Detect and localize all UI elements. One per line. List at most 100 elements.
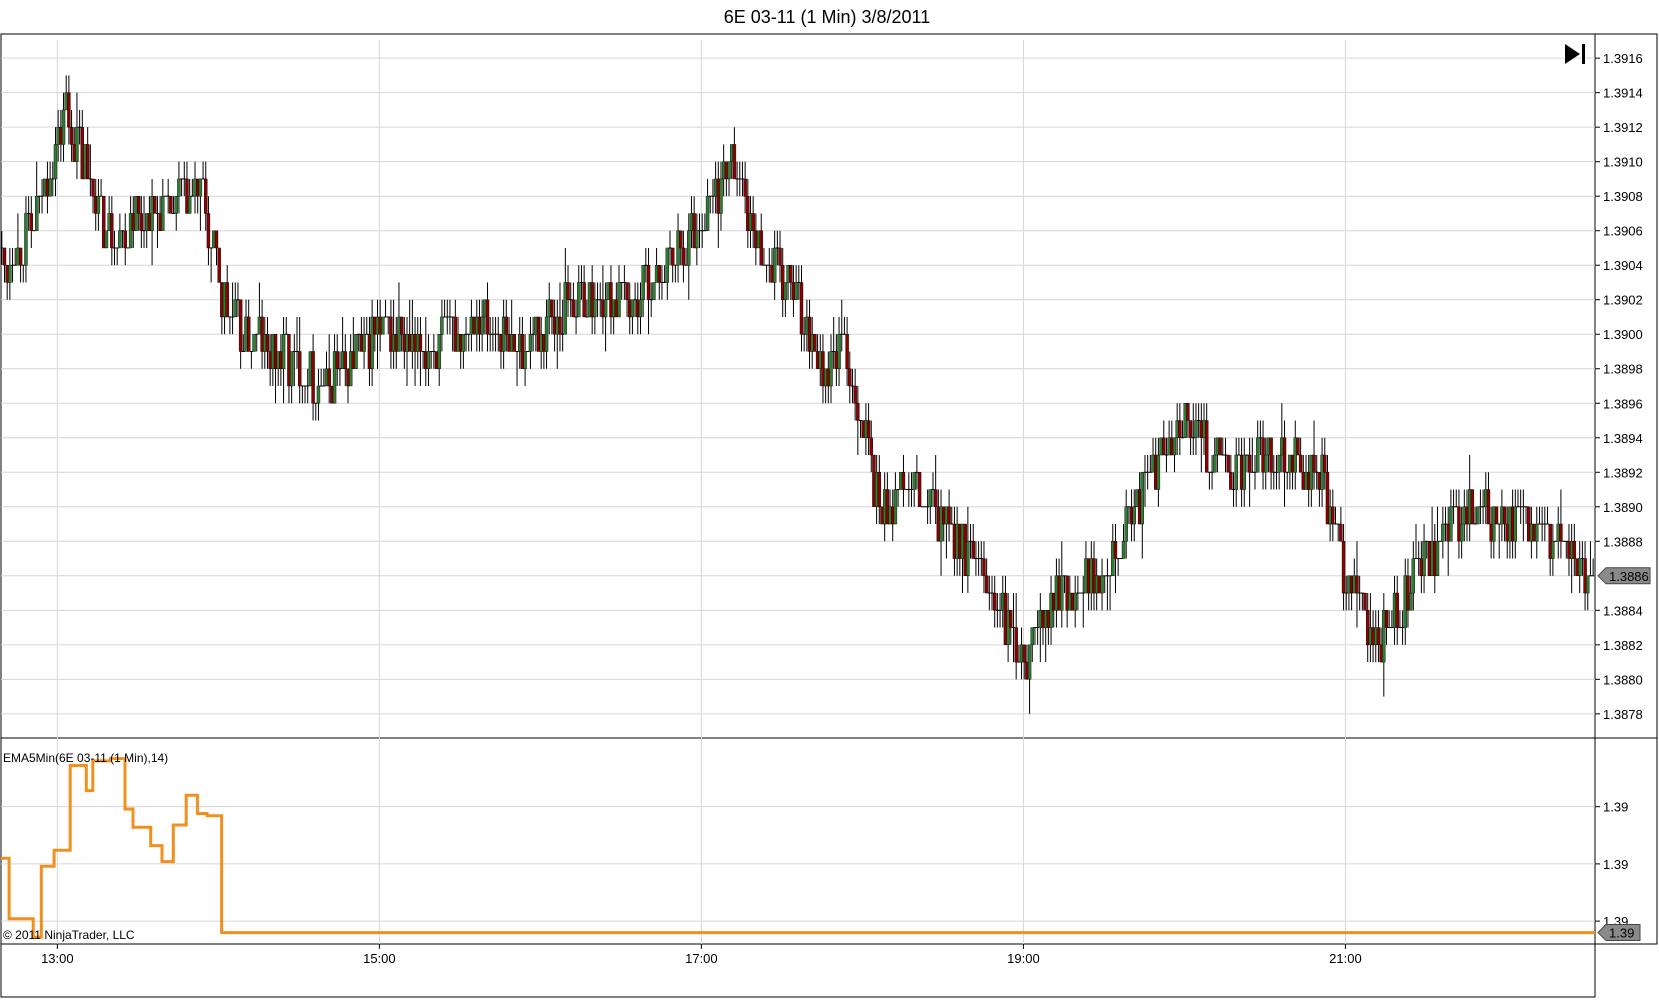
- bar-body: [1535, 523, 1539, 542]
- bar-body: [1312, 454, 1316, 473]
- bar-body: [1476, 506, 1480, 525]
- bar-body: [901, 472, 906, 490]
- bar-body: [853, 385, 857, 404]
- bar-body: [705, 195, 710, 231]
- bar-body: [695, 230, 699, 249]
- bar-body: [630, 299, 635, 318]
- indicator-label: EMA5Min(6E 03-11 (1 Min),14): [3, 751, 168, 765]
- bar-body: [799, 282, 804, 335]
- time-axis[interactable]: 13:00 15:00 17:00 19:00 21:00: [41, 944, 1362, 966]
- bar-body: [1551, 541, 1555, 559]
- bar-body: [204, 178, 208, 214]
- price-tick-label: 1.3912: [1603, 120, 1643, 135]
- bar-body: [61, 109, 66, 145]
- bar-body: [1411, 558, 1416, 594]
- bar-body: [646, 265, 651, 300]
- bar-body: [1459, 523, 1464, 542]
- bar-body: [48, 178, 52, 197]
- bar-body: [110, 213, 114, 249]
- bar-body: [187, 195, 192, 214]
- bar-body: [1124, 506, 1128, 542]
- bar-body: [566, 282, 570, 300]
- skip-to-end-icon-bar: [1582, 44, 1585, 64]
- bar-body: [1408, 592, 1413, 611]
- bar-body: [217, 247, 221, 283]
- bar-body: [732, 144, 737, 180]
- bar-body: [652, 282, 656, 300]
- indicator-tick-label: 1.39: [1603, 857, 1628, 872]
- indicator-panel-frame[interactable]: [0, 737, 1658, 945]
- bar-body: [297, 351, 302, 387]
- bar-body: [440, 316, 444, 335]
- bar-body: [233, 299, 237, 318]
- time-tick-label: 17:00: [685, 951, 718, 966]
- bar-body: [246, 316, 251, 352]
- bar-body: [136, 195, 141, 214]
- bar-body: [1060, 575, 1064, 611]
- bar-body: [381, 316, 385, 335]
- time-tick-label: 19:00: [1007, 951, 1040, 966]
- bar-body: [1030, 627, 1034, 646]
- bar-body: [177, 178, 181, 197]
- bar-body: [1339, 523, 1343, 542]
- bar-body: [1186, 403, 1190, 421]
- bar-body: [558, 316, 562, 335]
- bar-body: [528, 334, 533, 352]
- bar-body: [1494, 506, 1499, 525]
- price-gridlines: [1, 40, 1595, 944]
- bar-body: [238, 299, 243, 352]
- price-tick-label: 1.3892: [1603, 465, 1643, 480]
- bar-body: [984, 575, 989, 594]
- bar-body: [252, 334, 256, 352]
- bar-body: [523, 351, 527, 369]
- bar-body: [794, 282, 798, 300]
- bar-body: [225, 282, 229, 318]
- price-tick-label: 1.3914: [1603, 86, 1643, 101]
- bar-body: [1282, 437, 1287, 473]
- bar-body: [1172, 437, 1177, 456]
- bar-body: [603, 299, 608, 318]
- bar-body: [783, 282, 788, 300]
- bar-body: [593, 299, 597, 318]
- bar-body: [1218, 437, 1222, 456]
- bar-body: [198, 178, 203, 197]
- bar-body: [29, 213, 34, 231]
- bar-body: [1113, 541, 1118, 559]
- bar-body: [743, 178, 747, 197]
- bar-body: [789, 265, 793, 283]
- bar-body: [161, 195, 165, 231]
- bar-body: [657, 265, 661, 283]
- bar-body: [1578, 558, 1582, 577]
- bar-body: [1502, 506, 1507, 525]
- price-tick-label: 1.3904: [1603, 258, 1643, 273]
- bar-body: [1226, 454, 1230, 473]
- skip-to-end-button[interactable]: [1565, 44, 1585, 64]
- bar-body: [1323, 454, 1327, 473]
- bar-body: [971, 541, 975, 559]
- bar-body: [982, 558, 986, 577]
- bar-body: [866, 420, 871, 438]
- bar-body: [1441, 523, 1445, 542]
- price-axis[interactable]: 1.3916 1.3914 1.3912 1.3910 1.3908 1.3906 1.39…: [1595, 51, 1651, 722]
- bar-body: [153, 195, 157, 214]
- bar-body: [461, 334, 466, 352]
- indicator-axis[interactable]: 1.391.391.391.39: [1595, 800, 1641, 942]
- time-tick-label: 21:00: [1329, 951, 1362, 966]
- price-tick-label: 1.3880: [1603, 672, 1643, 687]
- bar-body: [1341, 541, 1346, 594]
- bar-body: [1277, 454, 1281, 473]
- bar-body: [18, 247, 23, 266]
- price-tick-label: 1.3900: [1603, 327, 1643, 342]
- price-tick-label: 1.3896: [1603, 396, 1643, 411]
- time-tick-label: 15:00: [363, 951, 396, 966]
- price-tick-label: 1.3902: [1603, 293, 1643, 308]
- bar-body: [169, 195, 173, 214]
- skip-to-end-icon: [1565, 44, 1580, 64]
- bar-body: [327, 368, 331, 387]
- bar-body: [1586, 575, 1590, 594]
- bar-body: [104, 230, 109, 249]
- price-tick-label: 1.3884: [1603, 603, 1643, 618]
- chart-canvas[interactable]: 6E 03-11 (1 Min) 3/8/2011 1.39161.39141.…: [0, 0, 1659, 1000]
- bar-body: [214, 230, 219, 249]
- bar-body: [1355, 575, 1359, 594]
